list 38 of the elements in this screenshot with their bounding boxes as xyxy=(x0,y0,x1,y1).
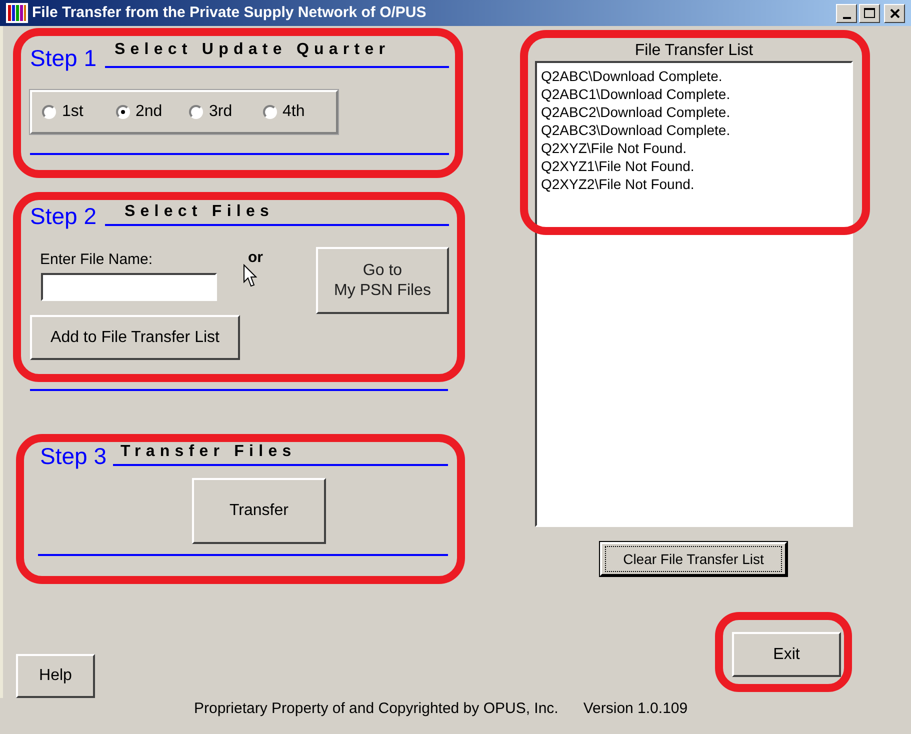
help-button[interactable]: Help xyxy=(16,654,95,698)
browse-button[interactable]: Go to My PSN Files xyxy=(316,247,449,314)
quarter-radio[interactable]: 3rd xyxy=(189,100,262,124)
version-text: Version 1.0.109 xyxy=(583,700,688,719)
list-title: File Transfer List xyxy=(634,41,754,61)
app-icon xyxy=(6,3,28,23)
quarter-radio[interactable]: 1st xyxy=(42,100,116,124)
maximize-icon xyxy=(864,8,875,18)
copyright-text: Proprietary Property of and Copyrighted by OPUS, Inc. xyxy=(194,700,558,719)
exit-button[interactable]: Exit xyxy=(732,632,841,677)
file-name-field[interactable] xyxy=(41,273,217,301)
list-item[interactable]: Q2XYZ1\File Not Found. xyxy=(541,157,851,175)
maximize-button[interactable] xyxy=(859,4,880,22)
minimize-icon xyxy=(842,16,850,18)
step-label: Step 3 xyxy=(40,443,106,469)
transfer-button[interactable]: Transfer xyxy=(192,478,326,544)
field-label: Enter File Name: xyxy=(40,251,154,269)
list-item[interactable]: Q2ABC2\Download Complete. xyxy=(541,103,851,121)
list-item[interactable]: Q2ABC3\Download Complete. xyxy=(541,121,851,139)
list-item[interactable]: Q2ABC1\Download Complete. xyxy=(541,85,851,103)
cursor-icon xyxy=(243,264,257,288)
section-title: Transfer Files xyxy=(120,442,298,462)
window-title: File Transfer from the Private Supply Network of O/PUS xyxy=(32,2,426,23)
section-title: Select Files xyxy=(124,202,275,222)
section-title: Select Update Quarter xyxy=(114,40,392,60)
step-label: Step 1 xyxy=(30,45,96,71)
list-item[interactable]: Q2XYZ\File Not Found. xyxy=(541,139,851,157)
step-label: Step 2 xyxy=(30,203,96,229)
minimize-button[interactable] xyxy=(836,4,857,22)
quarter-radio[interactable]: 2nd xyxy=(116,100,189,124)
close-button[interactable] xyxy=(884,4,905,22)
add-button[interactable]: Add to File Transfer List xyxy=(30,315,240,360)
close-icon xyxy=(890,8,900,18)
quarter-radio[interactable]: 4th xyxy=(262,100,336,124)
list-item[interactable]: Q2XYZ2\File Not Found. xyxy=(541,175,851,193)
clear-list-button[interactable]: Clear File Transfer List xyxy=(600,542,787,576)
or-text: or xyxy=(248,249,263,267)
list-item[interactable]: Q2ABC\Download Complete. xyxy=(541,67,851,85)
